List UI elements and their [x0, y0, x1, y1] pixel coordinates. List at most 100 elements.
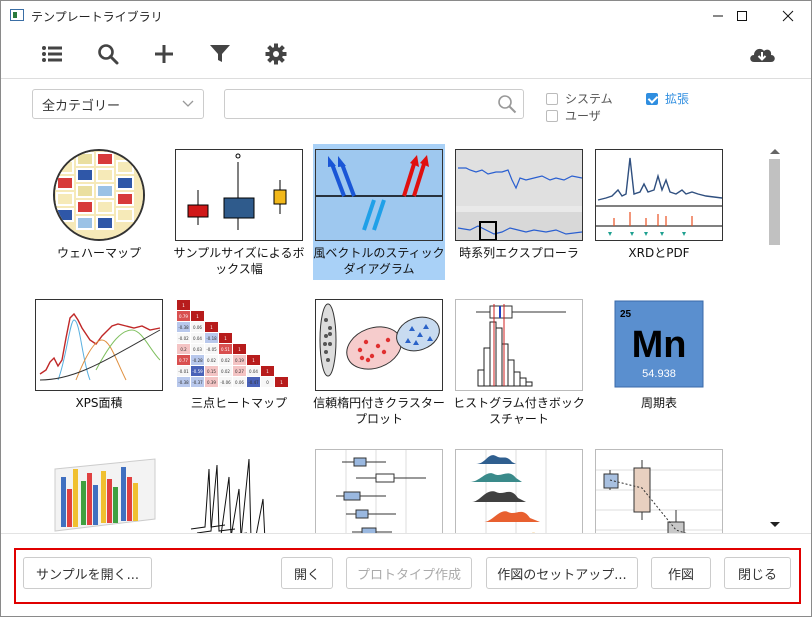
template-tile-waterfall-peaks[interactable] — [173, 449, 305, 533]
scroll-down-icon[interactable] — [770, 522, 780, 527]
plot-setup-button[interactable]: 作図のセットアップ... — [486, 557, 638, 589]
open-button[interactable]: 開く — [281, 557, 333, 589]
heatmap-cell-label: 0.51 — [221, 347, 230, 352]
thumbnail — [595, 149, 723, 241]
tile-label: 周期表 — [640, 396, 677, 410]
thumbnail — [455, 299, 583, 391]
cloud-download-icon — [750, 48, 775, 62]
scrollbar-thumb[interactable] — [769, 159, 780, 245]
open-sample-button[interactable]: サンプルを開く... — [23, 557, 152, 589]
heatmap-cell-label: 0.04 — [249, 369, 258, 374]
template-tile-time-series-explorer[interactable]: 時系列エクスプローラ — [453, 149, 585, 261]
heatmap-cell-label: 1 — [266, 369, 269, 374]
scroll-up-icon[interactable] — [770, 149, 780, 154]
tile-label: サンプルサイズによるボックス幅 — [173, 246, 305, 276]
tile-label: 時系列エクスプローラ — [459, 246, 579, 260]
template-tile-histogram-box[interactable]: ヒストグラム付きボックスチャート — [453, 299, 585, 427]
tile-label: 三点ヒートマップ — [190, 396, 287, 410]
window-title: テンプレートライブラリ — [31, 10, 163, 24]
heatmap-cell-label: -0.06 — [220, 380, 231, 385]
thumbnail — [315, 149, 443, 241]
checkbox-user[interactable]: ユーザ — [546, 107, 601, 124]
category-value: 全カテゴリー — [42, 98, 121, 114]
template-tile-triangle-heatmap[interactable]: 1 0.79 1 -0.38 0.06 1 -0.02 0.04 -0.18 1 0.2 0.03 -0… — [173, 299, 305, 411]
heatmap-cell-label: 1 — [280, 380, 283, 385]
template-tile-wafer-map[interactable]: ウェハーマップ — [33, 149, 165, 261]
download-button[interactable] — [747, 41, 777, 67]
checkbox-label: システム — [565, 92, 613, 106]
template-tile-periodic-table[interactable]: 25 Mn 54.938 周期表 — [593, 299, 725, 411]
template-tile-xps-area[interactable]: XPS面積 — [33, 299, 165, 411]
template-tile-cluster-ellipse[interactable]: 信頼楕円付きクラスタープロット — [313, 299, 445, 427]
gallery-scrollbar[interactable] — [765, 141, 785, 533]
list-icon — [42, 46, 62, 62]
heatmap-cell-label: 1 — [224, 336, 227, 341]
template-tile-ridgeline[interactable] — [453, 449, 585, 533]
search-icon[interactable] — [497, 94, 517, 118]
tile-label: 風ベクトルのスティックダイアグラム — [313, 246, 445, 276]
checkbox-extension[interactable]: 拡張 — [646, 90, 689, 107]
plus-icon — [155, 45, 173, 63]
checkbox-box[interactable] — [546, 92, 558, 105]
heatmap-cell-label: 0.02 — [221, 358, 230, 363]
heatmap-cell-label: -0.47 — [248, 380, 259, 385]
heatmap-cell-label: 0.2 — [180, 347, 187, 352]
heatmap-cell-label: -0.38 — [178, 325, 189, 330]
heatmap-cell-label: -0.01 — [178, 369, 189, 374]
heatmap-cell-label: -0.59 — [192, 369, 203, 374]
close-icon — [782, 10, 794, 22]
search-input[interactable] — [231, 90, 491, 118]
template-tile-horizontal-box[interactable] — [313, 449, 445, 533]
heatmap-cell-label: 0.03 — [193, 347, 202, 352]
tile-label: ウェハーマップ — [56, 246, 141, 260]
tile-label: 信頼楕円付きクラスタープロット — [313, 396, 445, 426]
thumbnail: 25 Mn 54.938 — [595, 299, 723, 391]
close-window-button[interactable] — [765, 1, 811, 31]
thumbnail — [175, 449, 303, 533]
heatmap-cell-label: -0.37 — [192, 380, 203, 385]
thumbnail — [595, 449, 723, 533]
checkbox-box[interactable] — [646, 92, 658, 105]
heatmap-cell-label: 1 — [252, 358, 255, 363]
toolbar — [1, 31, 811, 79]
thumbnail — [455, 149, 583, 241]
template-tile-3d-bars[interactable] — [33, 449, 165, 533]
filter-button[interactable] — [207, 41, 233, 67]
heatmap-cell-label: -0.05 — [206, 347, 217, 352]
thumbnail — [315, 449, 443, 533]
template-tile-sample-size-box[interactable]: サンプルサイズによるボックス幅 — [173, 149, 305, 277]
prototype-button[interactable]: プロトタイプ作成 — [346, 557, 472, 589]
tile-label: XRDとPDF — [628, 246, 690, 260]
atomic-mass: 54.938 — [642, 368, 676, 380]
search-icon — [98, 44, 119, 65]
maximize-icon — [737, 11, 747, 21]
heatmap-cell-label: 0.27 — [235, 369, 244, 374]
list-view-button[interactable] — [39, 41, 65, 67]
heatmap-cell-label: 0.06 — [235, 380, 244, 385]
search-box[interactable] — [224, 89, 524, 119]
heatmap-cell-label: 1 — [196, 314, 199, 319]
heatmap-cell-label: 0.15 — [207, 369, 216, 374]
heatmap-cell-label: 0.02 — [207, 358, 216, 363]
close-button[interactable]: 閉じる — [724, 557, 791, 589]
template-tile-box-connect[interactable] — [593, 449, 725, 533]
thumbnail — [35, 299, 163, 391]
thumbnail — [35, 449, 163, 533]
search-button[interactable] — [95, 41, 121, 67]
template-tile-xrd-pdf[interactable]: XRDとPDF — [593, 149, 725, 261]
chevron-down-icon — [182, 100, 194, 107]
checkbox-box[interactable] — [546, 109, 558, 122]
plot-button[interactable]: 作図 — [651, 557, 711, 589]
category-dropdown[interactable]: 全カテゴリー — [32, 89, 204, 119]
checkbox-system[interactable]: システム — [546, 90, 613, 107]
app-icon — [10, 9, 24, 21]
tile-label: XPS面積 — [75, 396, 123, 410]
heatmap-cell-label: 0.04 — [193, 336, 202, 341]
maximize-button[interactable] — [719, 1, 765, 31]
template-tile-wind-stick[interactable]: 風ベクトルのスティックダイアグラム — [313, 144, 445, 280]
add-button[interactable] — [151, 41, 177, 67]
thumbnail — [35, 149, 163, 241]
heatmap-cell-label: 1 — [210, 325, 213, 330]
checkbox-label: 拡張 — [665, 92, 690, 106]
settings-button[interactable] — [263, 41, 289, 67]
